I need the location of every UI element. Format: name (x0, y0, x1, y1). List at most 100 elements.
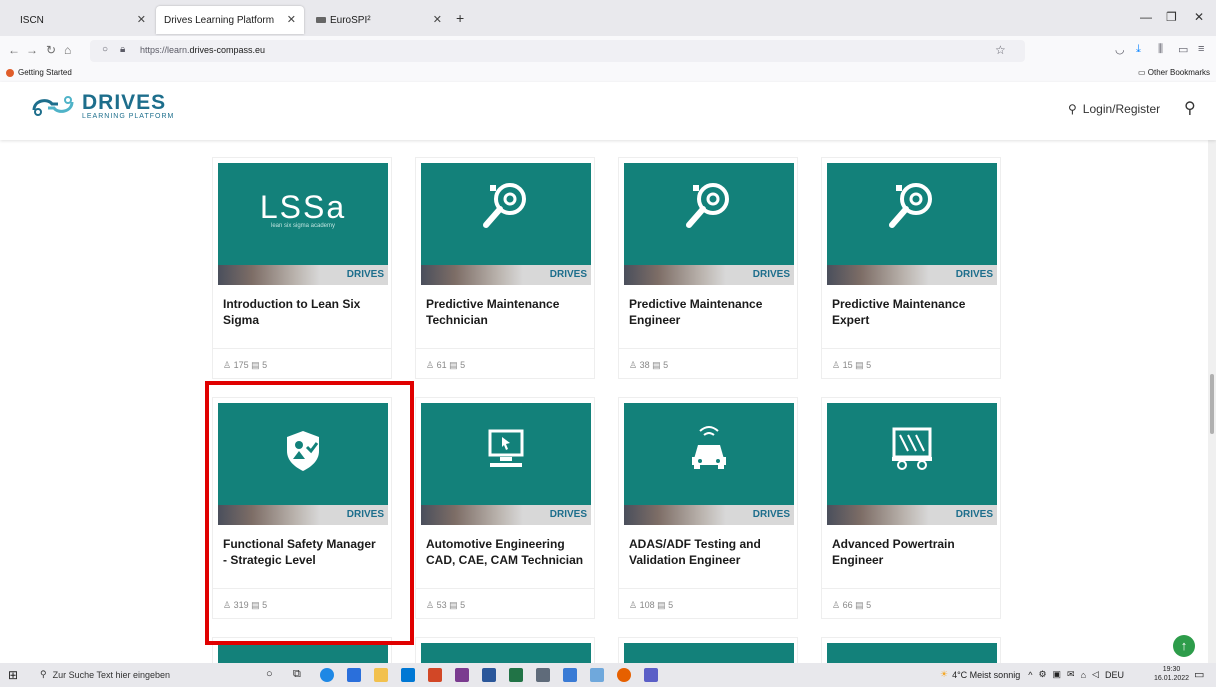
course-title[interactable]: Predictive Maintenance Technician (426, 296, 586, 328)
lock-icon[interactable]: 🔒︎ (120, 44, 125, 55)
course-title[interactable]: Predictive Maintenance Engineer (629, 296, 789, 328)
lessons-icon: ▤ (652, 360, 661, 370)
new-tab-button[interactable]: + (456, 10, 464, 26)
sidebar-icon[interactable]: ▭ (1178, 43, 1188, 56)
home-icon[interactable]: ⌂ (64, 43, 71, 57)
close-window-icon[interactable]: ✕ (1194, 10, 1204, 24)
course-meta: ♙ 66 ▤ 5 (832, 600, 872, 610)
course-card-partial[interactable] (821, 637, 1001, 663)
cortana-icon[interactable]: ○ (266, 668, 280, 682)
learners-icon: ♙ (426, 600, 435, 610)
clock[interactable]: 19:30 16.01.2022 (1154, 665, 1189, 683)
close-tab-icon[interactable]: ✕ (433, 13, 442, 26)
learners-icon: ♙ (426, 360, 435, 370)
course-thumbnail[interactable]: DRIVES (624, 163, 794, 285)
learners-icon: ♙ (832, 360, 841, 370)
course-thumbnail[interactable]: DRIVES (827, 403, 997, 525)
app-icon[interactable] (590, 668, 604, 682)
course-card-partial[interactable] (618, 637, 798, 663)
course-card-pm-technician[interactable]: DRIVES Predictive Maintenance Technician… (415, 157, 595, 379)
network-icon[interactable]: ⌂ (1081, 670, 1086, 680)
course-thumbnail[interactable]: DRIVES (624, 403, 794, 525)
weather-text[interactable]: 4°C Meist sonnig (952, 670, 1020, 680)
store-icon[interactable] (347, 668, 361, 682)
course-title[interactable]: Automotive Engineering CAD, CAE, CAM Tec… (426, 536, 586, 568)
course-title[interactable]: Predictive Maintenance Expert (832, 296, 992, 328)
bookmark-star-icon[interactable]: ☆ (995, 43, 1006, 57)
windows-start-icon[interactable]: ⊞ (8, 668, 18, 682)
course-card-pm-engineer[interactable]: DRIVES Predictive Maintenance Engineer ♙… (618, 157, 798, 379)
course-title[interactable]: Advanced Powertrain Engineer (832, 536, 992, 568)
course-title[interactable]: ADAS/ADF Testing and Validation Engineer (629, 536, 789, 568)
edge-icon[interactable] (320, 668, 334, 682)
download-icon[interactable]: ⤓ (1136, 43, 1141, 56)
reload-icon[interactable]: ↻ (46, 43, 56, 57)
course-thumbnail[interactable]: DRIVES (421, 403, 591, 525)
close-tab-icon[interactable]: ✕ (287, 13, 296, 26)
tab-drives-learning-platform[interactable]: Drives Learning Platform ✕ (156, 6, 304, 34)
task-view-icon[interactable]: ⧉ (293, 668, 307, 682)
restore-window-icon[interactable]: ❐ (1166, 10, 1177, 24)
excel-icon[interactable] (509, 668, 523, 682)
course-thumbnail[interactable]: LSSa lean six sigma academy DRIVES (218, 163, 388, 285)
learners-icon: ♙ (832, 600, 841, 610)
course-title[interactable]: Introduction to Lean Six Sigma (223, 296, 383, 328)
calculator-icon[interactable] (536, 668, 550, 682)
tab-eurospi[interactable]: EuroSPI² ✕ (308, 6, 448, 34)
magnifier-gear-icon (624, 177, 794, 233)
outlook-icon[interactable] (563, 668, 577, 682)
course-thumbnail[interactable]: DRIVES (827, 163, 997, 285)
scroll-to-top-button[interactable]: ↑ (1173, 635, 1195, 657)
course-card-lean-six-sigma[interactable]: LSSa lean six sigma academy DRIVES Intro… (212, 157, 392, 379)
drives-logo[interactable]: DRIVES LEARNING PLATFORM (28, 92, 174, 120)
bookmark-other-bookmarks[interactable]: ▭ Other Bookmarks (1138, 68, 1210, 77)
mail-icon[interactable] (401, 668, 415, 682)
bookmark-getting-started[interactable]: Getting Started (6, 68, 72, 77)
magnifier-gear-icon (827, 177, 997, 233)
tray-app-icon[interactable]: ⚙ (1038, 669, 1046, 680)
tab-iscn[interactable]: ISCN ✕ (12, 6, 152, 34)
teams-icon[interactable] (644, 668, 658, 682)
scrollbar-thumb[interactable] (1210, 374, 1214, 434)
url-text[interactable]: https://learn.drives-compass.eu (140, 45, 265, 55)
volume-icon[interactable]: ◁ (1092, 669, 1099, 680)
url-bar[interactable]: ○ 🔒︎ https://learn.drives-compass.eu ☆ (90, 40, 1025, 62)
lessons-icon: ▤ (657, 600, 666, 610)
course-card-cad-cae-cam[interactable]: DRIVES Automotive Engineering CAD, CAE, … (415, 397, 595, 619)
search-icon[interactable]: ⚲ (1184, 98, 1196, 118)
notification-icon[interactable]: ▭ (1194, 668, 1204, 681)
menu-icon[interactable]: ≡ (1198, 43, 1204, 55)
tab-label: EuroSPI² (330, 14, 371, 26)
close-tab-icon[interactable]: ✕ (137, 13, 146, 26)
course-card-adas-adf[interactable]: DRIVES ADAS/ADF Testing and Validation E… (618, 397, 798, 619)
course-card-pm-expert[interactable]: DRIVES Predictive Maintenance Expert ♙ 1… (821, 157, 1001, 379)
battery-vehicle-icon (827, 425, 997, 481)
shield-icon[interactable]: ○ (102, 44, 108, 55)
lessons-icon: ▤ (855, 600, 864, 610)
file-explorer-icon[interactable] (374, 668, 388, 682)
back-arrow-icon[interactable]: ← (8, 43, 20, 57)
firefox-icon[interactable] (617, 668, 631, 682)
library-icon[interactable]: ⫼ (1158, 43, 1163, 56)
powerpoint-icon[interactable] (428, 668, 442, 682)
computer-monitor-icon (421, 427, 591, 483)
tray-app-icon[interactable]: ▣ (1053, 669, 1062, 680)
course-thumbnail[interactable]: DRIVES (421, 163, 591, 285)
course-card-advanced-powertrain[interactable]: DRIVES Advanced Powertrain Engineer ♙ 66… (821, 397, 1001, 619)
lssa-logo: LSSa (259, 189, 347, 225)
word-icon[interactable] (482, 668, 496, 682)
language-indicator[interactable]: DEU (1105, 670, 1124, 680)
tray-app-icon[interactable]: ✉ (1067, 669, 1075, 680)
login-register-link[interactable]: ⚲ Login/Register (1068, 102, 1160, 116)
course-meta: ♙ 175 ▤ 5 (223, 360, 268, 370)
minimize-window-icon[interactable]: — (1140, 10, 1152, 24)
onenote-icon[interactable] (455, 668, 469, 682)
chevron-up-icon[interactable]: ^ (1028, 670, 1032, 680)
forward-arrow-icon[interactable]: → (26, 43, 38, 57)
folder-icon: ▭ (1137, 68, 1148, 77)
course-card-partial[interactable] (415, 637, 595, 663)
taskbar-search-box[interactable]: ⚲ Zur Suche Text hier eingeben (40, 669, 170, 680)
page-scrollbar[interactable] (1208, 82, 1216, 663)
pocket-icon[interactable]: ◡ (1115, 43, 1125, 56)
lessons-icon: ▤ (251, 360, 260, 370)
